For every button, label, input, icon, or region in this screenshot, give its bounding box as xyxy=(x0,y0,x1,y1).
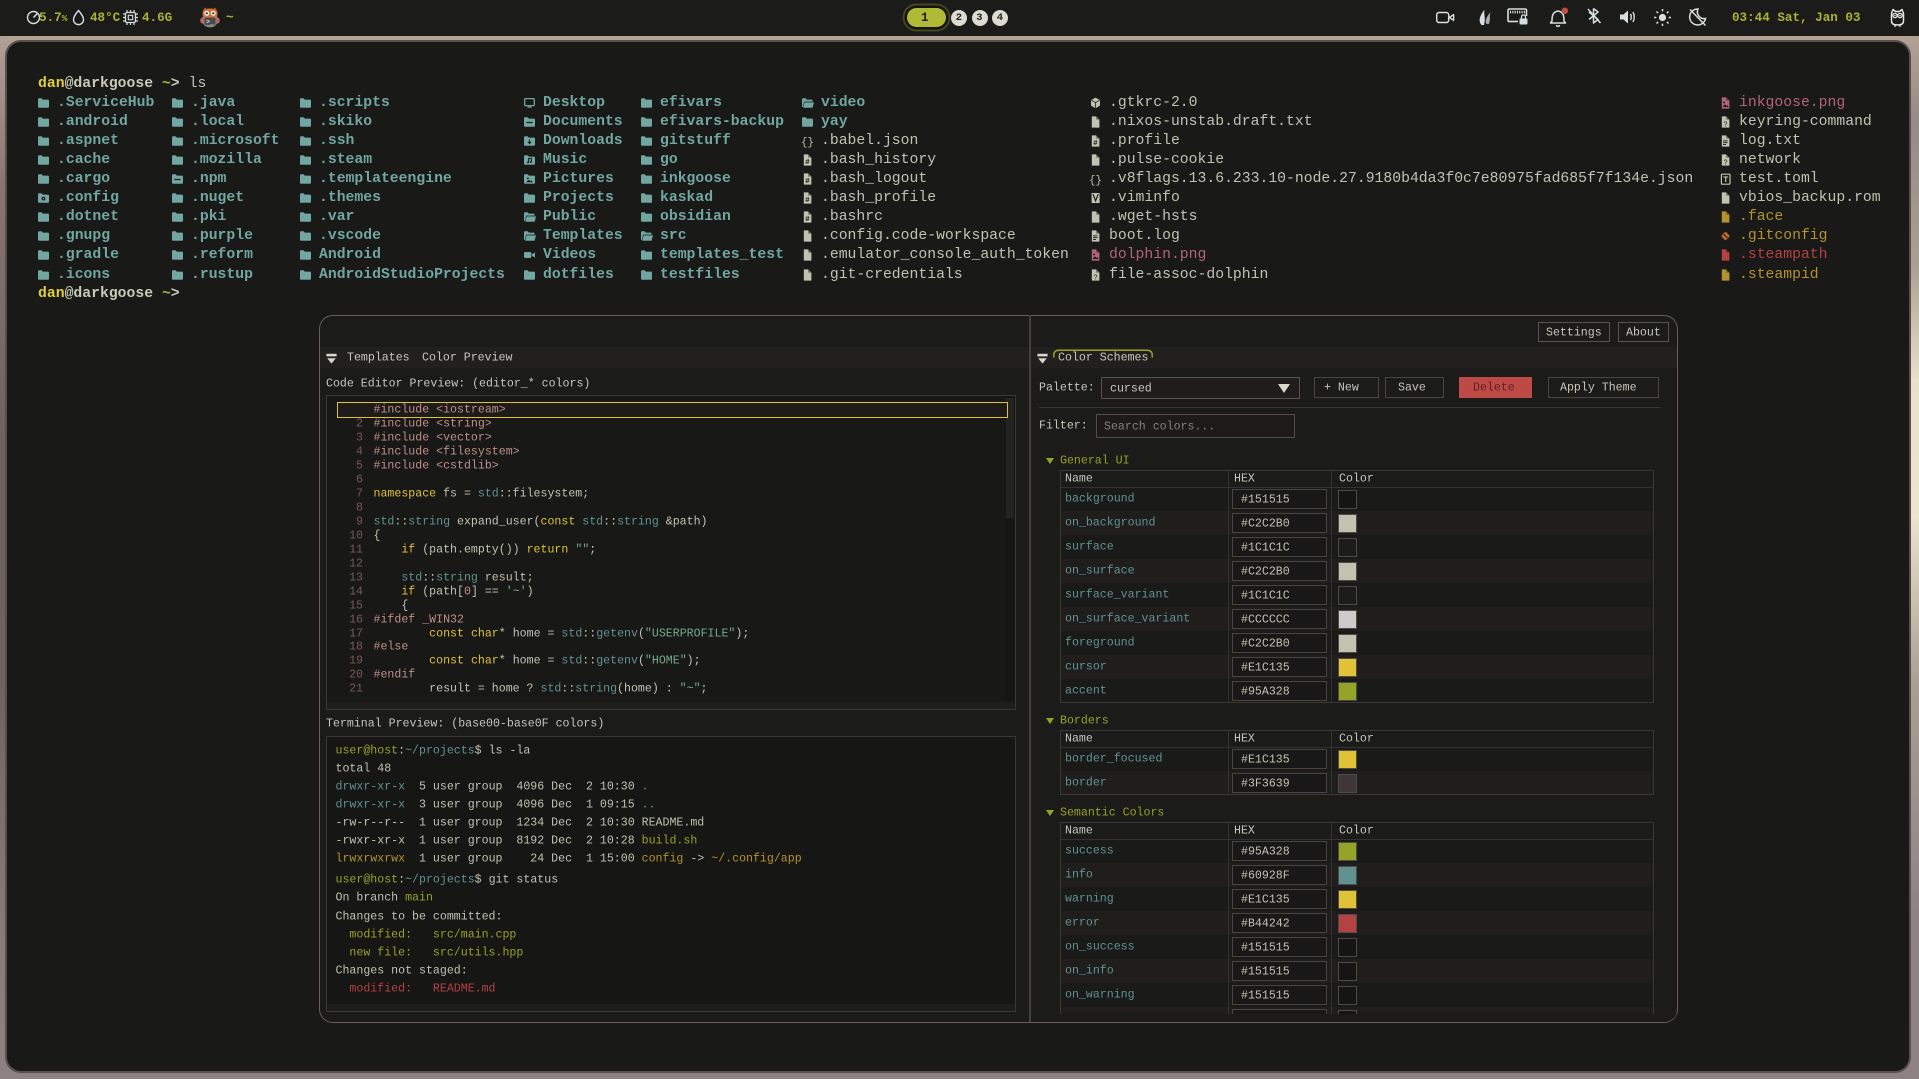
svg-text:?: ? xyxy=(1723,121,1727,129)
svg-text:#: # xyxy=(1093,140,1098,148)
svg-text:#: # xyxy=(805,216,810,224)
svg-text:#: # xyxy=(805,178,810,186)
svg-text:#: # xyxy=(805,197,810,205)
svg-text:#: # xyxy=(805,159,810,167)
svg-text:?: ? xyxy=(1723,159,1727,167)
svg-text:{}: {} xyxy=(802,137,814,148)
svg-text:>_: >_ xyxy=(206,19,214,26)
svg-text:?: ? xyxy=(1093,274,1097,282)
svg-text:{}: {} xyxy=(1090,175,1102,186)
